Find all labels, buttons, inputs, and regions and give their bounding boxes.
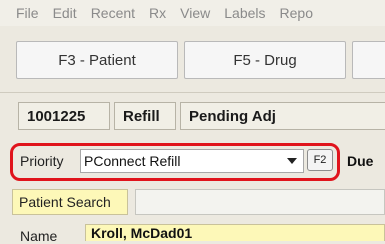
next-fkey-button[interactable] (352, 41, 385, 79)
rx-status: Pending Adj (180, 102, 385, 130)
f2-button[interactable]: F2 (307, 149, 333, 171)
function-key-bar: F3 - Patient F5 - Drug (0, 33, 385, 88)
name-field[interactable]: Kroll, McDad01 (85, 224, 385, 241)
patient-button[interactable]: F3 - Patient (16, 41, 178, 79)
priority-dropdown[interactable]: PConnect Refill (80, 149, 304, 173)
name-label: Name (20, 228, 58, 244)
due-label: Due (347, 153, 374, 169)
menu-view[interactable]: View (180, 5, 210, 21)
rx-status-row: 1001225 Refill Pending Adj (0, 102, 385, 132)
menu-recent[interactable]: Recent (91, 5, 135, 21)
priority-selected-value: PConnect Refill (84, 153, 181, 169)
patient-search-button[interactable]: Patient Search (12, 189, 128, 215)
menu-bar: File Edit Recent Rx View Labels Repo (0, 0, 385, 26)
rx-number: 1001225 (18, 102, 110, 130)
drug-button[interactable]: F5 - Drug (184, 41, 346, 79)
menu-labels[interactable]: Labels (224, 5, 265, 21)
menu-edit[interactable]: Edit (53, 5, 77, 21)
patient-search-input[interactable] (135, 189, 385, 215)
menu-rx[interactable]: Rx (149, 5, 166, 21)
chevron-down-icon[interactable] (287, 158, 297, 164)
divider (0, 92, 385, 93)
name-row: Name Kroll, McDad01 (0, 222, 385, 244)
priority-label: Priority (20, 153, 64, 169)
priority-row: Priority PConnect Refill F2 Due (0, 140, 385, 185)
rx-type: Refill (114, 102, 176, 130)
menu-reports[interactable]: Repo (280, 5, 313, 21)
menu-file[interactable]: File (16, 5, 39, 21)
patient-search-row: Patient Search (0, 187, 385, 217)
